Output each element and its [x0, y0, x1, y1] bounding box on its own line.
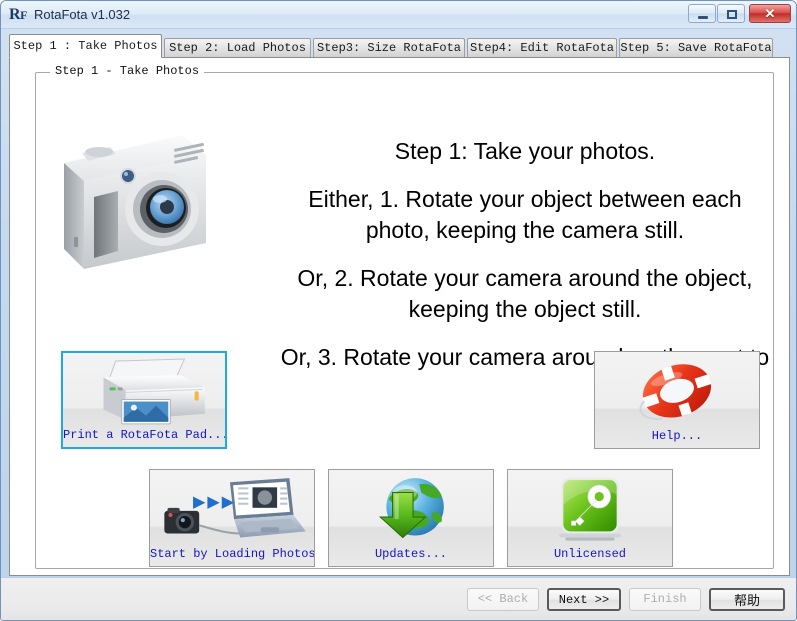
finish-button[interactable]: Finish	[629, 588, 701, 611]
print-rotafota-pad-label: Print a RotaFota Pad...	[63, 428, 227, 442]
instruction-heading: Step 1: Take your photos.	[394, 138, 656, 164]
close-button[interactable]: ✕	[749, 4, 791, 23]
step-1-group-box: Step 1 - Take Photos Step 1: Take your p…	[35, 64, 774, 569]
tab-step-5[interactable]: Step 5: Save RotaFota	[619, 38, 773, 57]
tab-step-2[interactable]: Step 2: Load Photos	[164, 38, 311, 57]
updates-button[interactable]: Updates...	[328, 469, 494, 567]
title-bar: RF RotaFota v1.032 ✕	[1, 1, 796, 29]
rf-logo-icon: RF	[9, 6, 27, 23]
minimize-icon	[698, 16, 708, 19]
wizard-footer: << Back Next >> Finish 帮助	[1, 577, 796, 620]
start-by-loading-photos-label: Start by Loading Photos	[150, 547, 315, 561]
instruction-option-2: Or, 2. Rotate your camera around the obj…	[261, 263, 789, 325]
tab-step-3[interactable]: Step3: Size RotaFota	[313, 38, 465, 57]
application-window: RF RotaFota v1.032 ✕ Step 1 : Take Photo…	[0, 0, 797, 621]
green-key-icon	[559, 478, 621, 541]
instruction-option-2-line-2: keeping the object still.	[408, 296, 642, 322]
help-footer-button[interactable]: 帮助	[709, 588, 785, 611]
instruction-text: Step 1: Take your photos. Either, 1. Rot…	[261, 136, 789, 373]
window-title: RotaFota v1.032	[34, 7, 131, 22]
instruction-option-1: Either, 1. Rotate your object between ea…	[261, 184, 789, 246]
back-button[interactable]: << Back	[467, 588, 539, 611]
license-status-label: Unlicensed	[553, 547, 626, 561]
instruction-option-1-line-1: Either, 1. Rotate your object between ea…	[308, 186, 742, 212]
tab-bar: Step 1 : Take Photos Step 2: Load Photos…	[9, 34, 790, 58]
tab-step-1[interactable]: Step 1 : Take Photos	[9, 34, 162, 58]
tab-step-4[interactable]: Step4: Edit RotaFota	[467, 38, 617, 57]
start-by-loading-photos-button[interactable]: Start by Loading Photos	[149, 469, 315, 567]
instruction-option-2-line-1: Or, 2. Rotate your camera around the obj…	[297, 265, 753, 291]
life-ring-icon	[639, 364, 712, 421]
maximize-restore-button[interactable]	[717, 4, 745, 23]
help-button[interactable]: Help...	[594, 351, 760, 449]
camera-to-laptop-icon	[164, 478, 306, 538]
globe-download-icon	[378, 478, 444, 539]
minimize-button[interactable]	[688, 4, 716, 23]
close-icon: ✕	[764, 5, 776, 21]
digital-camera-illustration	[64, 135, 206, 269]
license-status-button[interactable]: Unlicensed	[507, 469, 673, 567]
tab-content-panel: Step 1 - Take Photos Step 1: Take your p…	[9, 57, 790, 576]
help-button-label: Help...	[651, 429, 703, 443]
printer-icon	[103, 358, 205, 425]
next-button[interactable]: Next >>	[547, 588, 621, 611]
updates-button-label: Updates...	[374, 547, 447, 561]
restore-icon	[727, 10, 737, 19]
instruction-option-1-line-2: photo, keeping the camera still.	[365, 217, 685, 243]
group-box-legend: Step 1 - Take Photos	[50, 64, 205, 78]
print-rotafota-pad-button[interactable]: Print a RotaFota Pad...	[61, 351, 227, 449]
